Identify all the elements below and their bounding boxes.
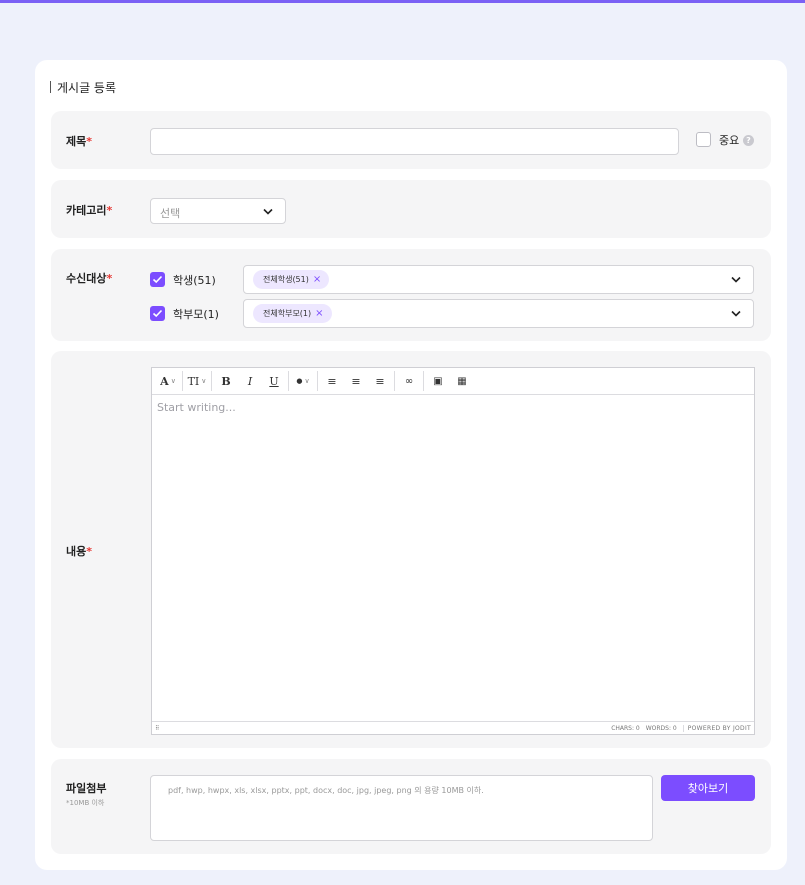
tag-remove-icon[interactable]: × <box>315 308 323 319</box>
status-path: ⠿ <box>155 724 160 732</box>
students-label: 학생(51) <box>173 274 216 287</box>
rich-text-editor: A ∨ TI ∨ B I U ● ∨ ≡ ≡ ≡ ∞ ▣ ▦ Start wri… <box>151 367 755 735</box>
title-label: 제목* <box>66 133 92 149</box>
editor-statusbar: ⠿ CHARS: 0 WORDS: 0 POWERED BY JODIT <box>152 721 754 734</box>
glyph: I <box>247 374 253 388</box>
important-checkbox[interactable] <box>696 132 711 147</box>
title-label-text: 제목 <box>66 135 87 148</box>
required-mark: * <box>106 272 113 285</box>
post-form-card: 게시글 등록 제목* 중요 ? 카테고리* 선택 수신대상* 학생(51) 전체… <box>35 60 787 870</box>
chevron-down-icon <box>731 276 741 283</box>
font-size-icon[interactable]: TI ∨ <box>185 371 209 391</box>
content-section: 내용* A ∨ TI ∨ B I U ● ∨ ≡ ≡ ≡ ∞ ▣ ▦ Start… <box>51 351 771 748</box>
align-right-icon[interactable]: ≡ <box>368 371 392 391</box>
word-count: WORDS: 0 <box>645 724 677 732</box>
powered-by-link[interactable]: POWERED BY JODIT <box>682 724 751 732</box>
page-title: 게시글 등록 <box>50 80 117 95</box>
tag-all-students: 전체학생(51) × <box>253 270 330 289</box>
toolbar-separator <box>423 371 424 391</box>
parents-label: 학부모(1) <box>173 308 219 321</box>
underline-icon[interactable]: U <box>262 371 286 391</box>
file-drop-placeholder: pdf, hwp, hwpx, xls, xlsx, pptx, ppt, do… <box>168 786 484 795</box>
glyph: U <box>269 374 279 388</box>
check-icon <box>152 275 163 284</box>
check-icon <box>152 309 163 318</box>
parents-select[interactable]: 전체학부모(1) × <box>243 299 754 328</box>
chevron-down-icon: ∨ <box>201 377 207 385</box>
toolbar-separator <box>394 371 395 391</box>
attachment-label: 파일첨부 <box>66 782 107 795</box>
category-label-text: 카테고리 <box>66 204 107 217</box>
recipients-label: 수신대상* <box>66 270 112 286</box>
title-divider <box>50 81 51 93</box>
attachment-section: 파일첨부 *10MB 이하 pdf, hwp, hwpx, xls, xlsx,… <box>51 759 771 854</box>
glyph: B <box>221 374 231 388</box>
table-icon[interactable]: ▦ <box>450 371 474 391</box>
glyph: ▦ <box>457 375 467 387</box>
help-icon[interactable]: ? <box>743 135 754 146</box>
tag-text: 전체학생(51) <box>263 275 309 284</box>
page-title-text: 게시글 등록 <box>57 80 117 95</box>
title-input[interactable] <box>150 128 679 155</box>
align-center-icon[interactable]: ≡ <box>344 371 368 391</box>
content-label: 내용* <box>66 543 92 559</box>
tag-text: 전체학부모(1) <box>263 309 312 318</box>
category-label: 카테고리* <box>66 202 112 218</box>
glyph: A <box>160 374 169 388</box>
toolbar-separator <box>317 371 318 391</box>
category-select-value: 선택 <box>160 207 181 220</box>
recipients-label-text: 수신대상 <box>66 272 107 285</box>
parents-checkbox[interactable] <box>150 306 165 321</box>
category-section: 카테고리* 선택 <box>51 180 771 238</box>
glyph: TI <box>187 374 200 388</box>
toolbar-separator <box>182 371 183 391</box>
glyph: ≡ <box>327 374 337 388</box>
required-mark: * <box>106 204 113 217</box>
editor-content-area[interactable]: Start writing... <box>152 395 754 721</box>
editor-toolbar: A ∨ TI ∨ B I U ● ∨ ≡ ≡ ≡ ∞ ▣ ▦ <box>152 368 754 395</box>
char-count: CHARS: 0 <box>611 724 640 732</box>
link-icon[interactable]: ∞ <box>397 371 421 391</box>
image-icon[interactable]: ▣ <box>426 371 450 391</box>
recipients-section: 수신대상* 학생(51) 전체학생(51) × 학부모(1) 전체학부모(1) … <box>51 249 771 341</box>
glyph: ≡ <box>375 374 385 388</box>
status-right: CHARS: 0 WORDS: 0 POWERED BY JODIT <box>611 724 751 732</box>
italic-icon[interactable]: I <box>238 371 262 391</box>
font-color-icon[interactable]: A ∨ <box>156 371 180 391</box>
editor-placeholder: Start writing... <box>157 401 236 414</box>
toolbar-separator <box>211 371 212 391</box>
glyph: ∞ <box>404 375 414 387</box>
tag-all-parents: 전체학부모(1) × <box>253 304 332 323</box>
attachment-sublabel: *10MB 이하 <box>66 799 105 807</box>
students-select[interactable]: 전체학생(51) × <box>243 265 754 294</box>
students-checkbox[interactable] <box>150 272 165 287</box>
tag-remove-icon[interactable]: × <box>313 274 321 285</box>
bold-icon[interactable]: B <box>214 371 238 391</box>
content-label-text: 내용 <box>66 545 87 558</box>
chevron-down-icon: ∨ <box>304 377 310 385</box>
glyph: ● <box>296 377 303 385</box>
brush-icon[interactable]: ● ∨ <box>291 371 315 391</box>
align-left-icon[interactable]: ≡ <box>320 371 344 391</box>
top-accent-bar <box>0 0 805 3</box>
important-label: 중요 <box>719 134 740 147</box>
file-drop-area[interactable]: pdf, hwp, hwpx, xls, xlsx, pptx, ppt, do… <box>150 775 653 841</box>
required-mark: * <box>86 545 93 558</box>
toolbar-separator <box>288 371 289 391</box>
browse-button[interactable]: 찾아보기 <box>661 775 755 801</box>
title-section: 제목* 중요 ? <box>51 111 771 169</box>
category-select[interactable]: 선택 <box>150 198 286 224</box>
chevron-down-icon <box>263 208 273 215</box>
required-mark: * <box>86 135 93 148</box>
chevron-down-icon: ∨ <box>170 377 176 385</box>
glyph: ≡ <box>351 374 361 388</box>
glyph: ▣ <box>433 375 443 387</box>
chevron-down-icon <box>731 310 741 317</box>
